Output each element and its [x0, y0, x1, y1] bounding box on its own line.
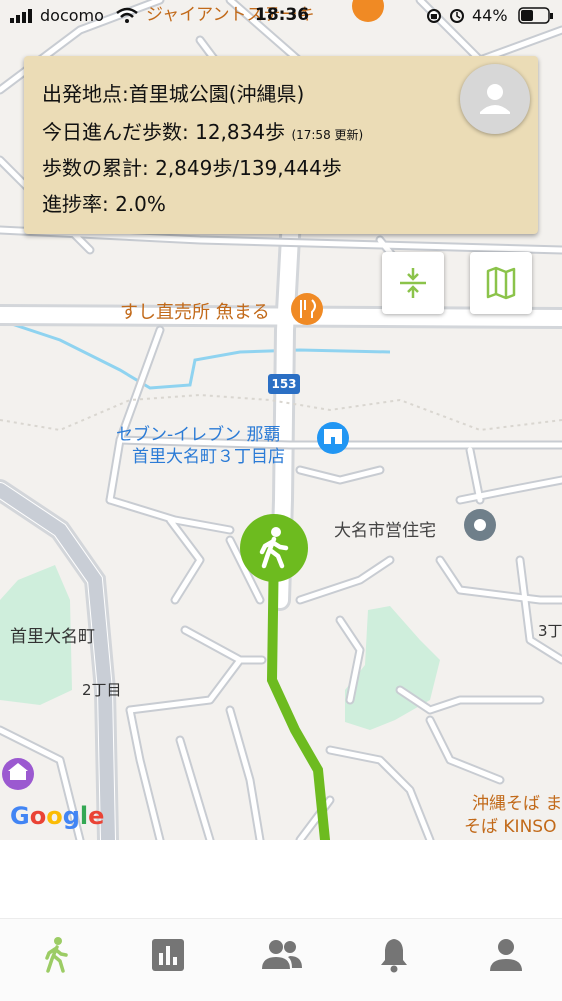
wifi-icon: [116, 7, 138, 23]
restaurant-pin-icon: [291, 293, 323, 325]
status-bar: docomo 18:36 44%: [0, 0, 562, 32]
poi-label-sushi[interactable]: すし直売所 魚まる: [120, 298, 270, 324]
map-type-button[interactable]: [470, 252, 532, 314]
rotation-lock-icon: [427, 9, 441, 23]
content-spacer: [0, 840, 562, 918]
walk-info-card: 出発地点:首里城公園(沖縄県) 今日進んだ歩数: 12,834歩 (17:58 …: [24, 56, 538, 234]
shrine-pin-icon: [2, 758, 34, 790]
tab-profile[interactable]: [486, 935, 526, 975]
google-logo: Google: [10, 802, 105, 830]
group-icon: [262, 940, 302, 969]
chome3-label: 3丁: [538, 622, 562, 640]
chart-icon: [152, 939, 184, 971]
today-steps-line: 今日進んだ歩数: 12,834歩 (17:58 更新): [42, 116, 363, 145]
tab-stats[interactable]: [148, 935, 188, 975]
compress-icon: [400, 268, 426, 298]
tab-friends[interactable]: [260, 935, 302, 975]
alarm-icon: [450, 9, 464, 23]
battery-icon: [518, 7, 553, 24]
person-icon: [490, 939, 522, 971]
district-label: 首里大名町: [10, 627, 95, 647]
map-icon: [486, 266, 516, 300]
today-steps-label: 今日進んだ歩数: 12,834歩: [42, 120, 286, 144]
poi-label-housing[interactable]: 大名市営住宅: [334, 516, 436, 541]
housing-pin-icon: [464, 509, 496, 541]
tab-walk[interactable]: [36, 935, 76, 975]
poi-label-seven-line2[interactable]: 首里大名町３丁目店: [132, 446, 285, 468]
total-steps-label: 歩数の累計: 2,849歩/139,444歩: [42, 156, 342, 180]
walk-icon: [45, 937, 68, 973]
current-position-walker-icon[interactable]: [240, 514, 308, 582]
fit-route-button[interactable]: [382, 252, 444, 314]
poi-label-soba-line2[interactable]: そば KINSO: [464, 812, 556, 837]
route-number-label: 153: [271, 377, 297, 391]
start-point-label: 出発地点:首里城公園(沖縄県): [42, 82, 305, 106]
store-pin-icon: [317, 422, 349, 454]
bell-icon: [381, 939, 407, 973]
signal-icon: [10, 9, 32, 23]
tab-notifications[interactable]: [374, 935, 414, 975]
bottom-tab-bar: [0, 918, 562, 1001]
poi-label-seven-line1[interactable]: セブン-イレブン 那覇: [116, 424, 281, 446]
battery-percent-label: 44%: [472, 6, 508, 25]
updated-time-label: (17:58 更新): [291, 128, 364, 142]
chome2-label: 2丁目: [82, 681, 122, 699]
carrier-label: docomo: [40, 6, 104, 25]
clock-label: 18:36: [255, 5, 310, 25]
poi-label-soba-line1[interactable]: 沖縄そば ま: [472, 789, 562, 814]
profile-avatar-button[interactable]: [460, 64, 530, 134]
avatar-person-icon: [480, 84, 510, 114]
progress-label: 進捗率: 2.0%: [42, 192, 166, 216]
